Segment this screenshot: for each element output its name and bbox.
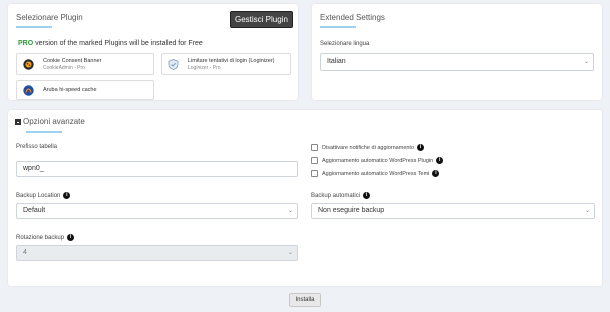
- plugin-item-cookie-consent[interactable]: Cookie Consent Banner CookieAdmin - Pro: [16, 53, 154, 75]
- checkbox-label: Aggiornamento automatico WordPress Plugi…: [322, 157, 434, 164]
- auto-backup-label: Backup automatici i: [311, 192, 371, 200]
- plugins-card-title: Selezionare Plugin: [16, 13, 83, 22]
- checkbox-label: Aggiornamento automatico WordPress Temi: [322, 170, 430, 177]
- install-button[interactable]: Installa: [289, 293, 321, 307]
- plugin-item-loginizer[interactable]: Limitare tentativi di login (Loginizer) …: [161, 53, 291, 75]
- info-icon[interactable]: i: [67, 234, 75, 241]
- extended-settings-title: Extended Settings: [320, 13, 385, 22]
- language-selected-value: Italian: [327, 58, 346, 65]
- plugin-name: Aruba hi-speed cache: [43, 87, 97, 93]
- chevron-down-icon: ⌄: [287, 250, 293, 256]
- backup-location-selected-value: Default: [23, 207, 46, 214]
- checkbox-label: Disattivare notifiche di aggiornamento: [322, 144, 415, 151]
- checkbox[interactable]: [311, 144, 318, 151]
- checkbox-auto-update-themes[interactable]: Aggiornamento automatico WordPress Temi i: [311, 170, 440, 177]
- backup-rotation-label-text: Rotazione backup: [16, 235, 65, 242]
- pro-badge: PRO: [18, 40, 34, 47]
- checkbox-auto-update-plugins[interactable]: Aggiornamento automatico WordPress Plugi…: [311, 157, 444, 164]
- plugin-name: Limitare tentativi di login (Loginizer): [188, 58, 275, 64]
- table-prefix-input[interactable]: wpn0_: [16, 161, 298, 177]
- plugin-item-aruba-cache[interactable]: Aruba hi-speed cache: [16, 80, 154, 100]
- advanced-options-title-text: Opzioni avanzate: [23, 117, 85, 126]
- backup-rotation-selected-value: 4: [23, 249, 27, 256]
- pro-version-text: version of the marked Plugins will be in…: [33, 40, 203, 47]
- checkbox[interactable]: [311, 157, 318, 164]
- plugin-subtitle: Loginizer - Pro: [188, 65, 221, 71]
- cookie-admin-icon: [23, 59, 34, 70]
- info-icon[interactable]: i: [63, 192, 71, 199]
- auto-backup-select[interactable]: Non eseguire backup ⌄: [311, 203, 595, 219]
- backup-rotation-label: Rotazione backup i: [16, 234, 75, 242]
- aruba-icon: [23, 85, 34, 96]
- chevron-down-icon: ⌄: [583, 59, 589, 65]
- info-icon[interactable]: i: [432, 170, 440, 177]
- plugin-subtitle: CookieAdmin - Pro: [43, 65, 85, 71]
- auto-backup-selected-value: Non eseguire backup: [318, 207, 385, 214]
- collapse-icon[interactable]: [15, 118, 21, 125]
- auto-backup-label-text: Backup automatici: [311, 193, 361, 200]
- plugin-name: Cookie Consent Banner: [43, 58, 102, 64]
- table-prefix-value: wpn0_: [23, 165, 44, 172]
- extended-settings-card: Extended Settings Selezionare lingua Ita…: [312, 4, 602, 100]
- backup-location-select[interactable]: Default ⌄: [16, 203, 298, 219]
- manage-plugins-button[interactable]: Gestisci Plugin: [230, 11, 293, 28]
- advanced-options-title: Opzioni avanzate: [15, 117, 85, 126]
- backup-rotation-select: 4 ⌄: [16, 245, 298, 261]
- info-icon[interactable]: i: [417, 144, 425, 151]
- extended-title-underline: [320, 26, 356, 28]
- advanced-title-underline: [26, 131, 62, 133]
- plugins-card: Selezionare Plugin Gestisci Plugin PRO v…: [8, 4, 298, 100]
- language-select[interactable]: Italian ⌄: [320, 53, 594, 71]
- backup-location-label-text: Backup Location: [16, 193, 61, 200]
- language-label: Selezionare lingua: [320, 41, 370, 47]
- chevron-down-icon: ⌄: [584, 208, 590, 214]
- advanced-options-card: Opzioni avanzate Prefisso tabella wpn0_ …: [8, 110, 602, 286]
- checkbox-disable-update-notifications[interactable]: Disattivare notifiche di aggiornamento i: [311, 144, 425, 151]
- info-icon[interactable]: i: [363, 192, 371, 199]
- backup-location-label: Backup Location i: [16, 192, 71, 200]
- checkbox[interactable]: [311, 170, 318, 177]
- chevron-down-icon: ⌄: [287, 208, 293, 214]
- loginizer-shield-icon: [168, 59, 179, 70]
- table-prefix-label: Prefisso tabella: [16, 144, 58, 150]
- plugins-title-underline: [16, 26, 52, 28]
- info-icon[interactable]: i: [436, 157, 444, 164]
- pro-version-note: PRO version of the marked Plugins will b…: [18, 40, 203, 47]
